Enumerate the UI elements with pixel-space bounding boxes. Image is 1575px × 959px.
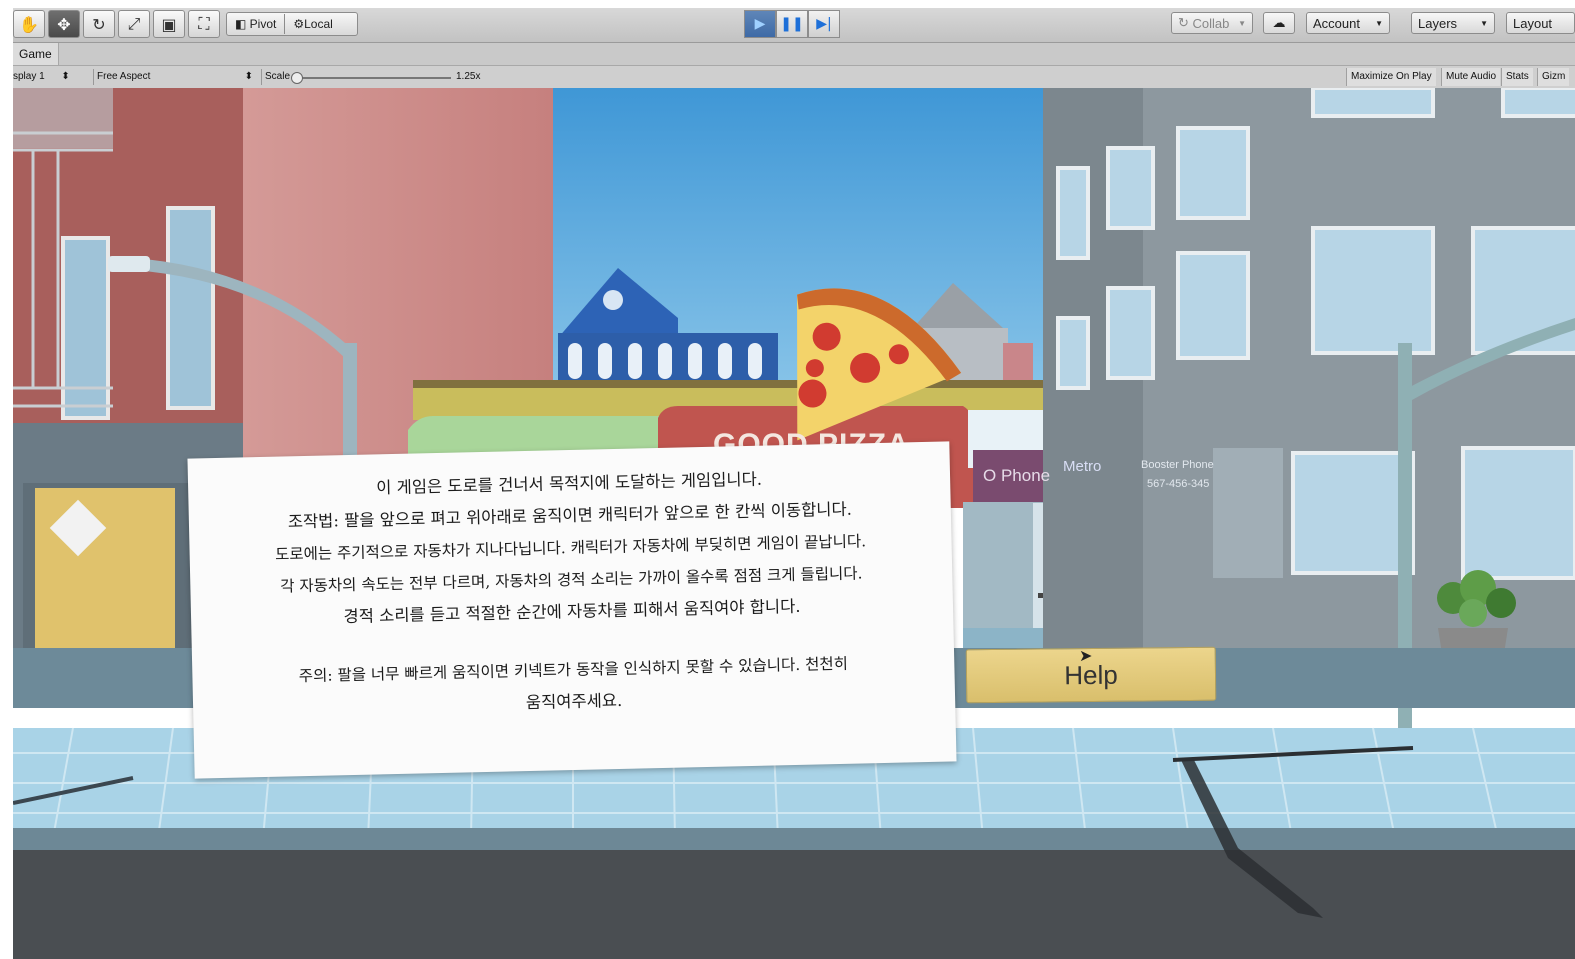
transform-icon: ⛶ [198,14,210,33]
unity-editor-window: ✋ ✥ ↻ ⤢ ▣ ⛶ ◧ Pivot ⚙Local ▶ ❚❚ ▶| ↻ Collab ▼ … [13,0,1575,959]
scale-value: 1.25x [456,71,481,82]
hand-tool-button[interactable]: ✋ [13,10,45,38]
display-dropdown[interactable]: splay 1 ⬍ [13,69,70,85]
scale-tool-button[interactable]: ⤢ [118,10,150,38]
chevron-down-icon: ▼ [1375,18,1383,28]
rotate-tool-button[interactable]: ↻ [83,10,115,38]
transform-tools: ✋ ✥ ↻ ⤢ ▣ ⛶ [13,10,223,38]
collab-icon: ↻ [1178,15,1189,30]
collab-dropdown[interactable]: ↻ Collab ▼ [1171,12,1253,34]
collab-label: Collab [1192,15,1230,31]
phone-sign: O Phone [983,466,1051,485]
pivot-button[interactable]: ◧ Pivot [227,17,284,31]
booster-number: 567-456-345 [1147,478,1210,490]
instructions-panel: 이 게임은 도로를 건너서 목적지에 도달하는 게임입니다. 조작법: 팔을 앞… [187,441,957,779]
rect-icon: ▣ [161,14,177,34]
layers-dropdown[interactable]: Layers ▼ [1411,12,1495,34]
layout-label: Layout [1513,15,1553,31]
layers-label: Layers [1418,15,1458,31]
layout-dropdown[interactable]: Layout [1506,12,1575,34]
tab-bar: Game [13,43,1575,66]
move-tool-button[interactable]: ✥ [48,10,80,38]
maximize-on-play-toggle[interactable]: Maximize On Play [1346,68,1436,86]
pause-button[interactable]: ❚❚ [776,10,808,38]
cursor-icon: ➤ [1079,646,1093,665]
booster-sign: Booster Phone [1141,459,1214,471]
rect-tool-button[interactable]: ▣ [153,10,185,38]
play-button[interactable]: ▶ [744,10,776,38]
pivot-local-toggle: ◧ Pivot ⚙Local [226,12,358,36]
pause-icon: ❚❚ [780,16,804,32]
aspect-dropdown[interactable]: Free Aspect ⬍ [93,69,257,85]
account-dropdown[interactable]: Account ▼ [1306,12,1390,34]
cloud-icon: ☁ [1272,15,1286,30]
scale-slider-handle[interactable] [291,72,303,84]
transform-tool-button[interactable]: ⛶ [188,10,220,38]
cloud-button[interactable]: ☁ [1263,12,1295,34]
chevron-down-icon: ▼ [1238,18,1246,28]
playback-controls: ▶ ❚❚ ▶| [744,10,840,38]
rotate-icon: ↻ [92,14,106,34]
editor-toolbar: ✋ ✥ ↻ ⤢ ▣ ⛶ ◧ Pivot ⚙Local ▶ ❚❚ ▶| ↻ Collab ▼ … [13,8,1575,43]
chevron-down-icon: ⬍ [244,71,253,82]
game-view-toolbar: splay 1 ⬍ Free Aspect ⬍ Scale 1.25x Maxim… [13,66,1575,89]
chevron-down-icon: ⬍ [61,71,70,82]
chevron-down-icon: ▼ [1480,18,1488,28]
step-button[interactable]: ▶| [808,10,840,38]
hand-icon: ✋ [19,14,39,34]
metro-sign: Metro [1063,458,1102,475]
gizmos-dropdown[interactable]: Gizm [1537,68,1570,86]
road [13,850,1575,959]
stats-toggle[interactable]: Stats [1501,68,1533,86]
local-button[interactable]: ⚙Local [285,17,340,31]
aspect-label: Free Aspect [97,71,151,82]
instructions-text: 이 게임은 도로를 건너서 목적지에 도달하는 게임입니다. 조작법: 팔을 앞… [188,459,955,726]
scale-slider-track[interactable] [296,77,451,79]
scale-icon: ⤢ [127,14,141,33]
mute-audio-toggle[interactable]: Mute Audio [1441,68,1501,86]
move-icon: ✥ [57,14,71,34]
game-viewport[interactable]: GOOD PIZZA O Phone Metro Booster Phone 5… [13,88,1575,959]
display-label: splay 1 [13,71,45,82]
tab-game[interactable]: Game [13,43,59,65]
step-icon: ▶| [816,16,832,32]
play-icon: ▶ [754,16,766,32]
account-label: Account [1313,15,1360,31]
scale-label: Scale [261,69,290,85]
